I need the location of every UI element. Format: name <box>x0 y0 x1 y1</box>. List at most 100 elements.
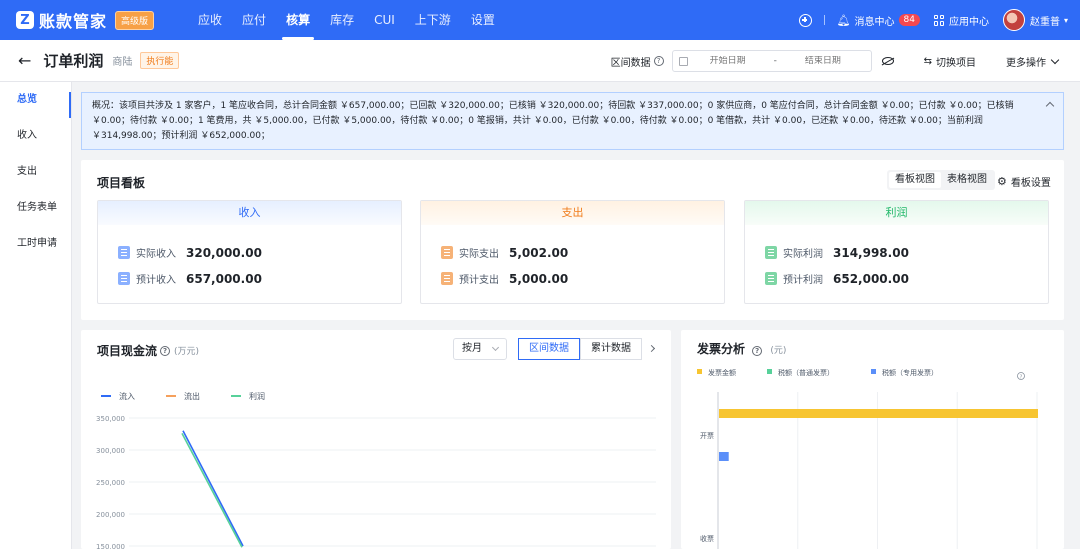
nav-item-4[interactable]: CUI <box>364 0 405 40</box>
sidebar-item-0[interactable]: 总览 <box>0 82 71 118</box>
invoice-chart: 发票金额 税额（普通发票） 税额（专用发票）? 开票收票 <box>697 368 1038 549</box>
switch-project-label: 切换项目 <box>936 57 976 69</box>
page-title: 订单利润 <box>43 52 104 70</box>
collapse-chevron-icon[interactable] <box>1045 101 1055 111</box>
main-nav: 应收 应付 核算 库存 CUI 上下游 设置 <box>188 0 505 40</box>
nav-item-1[interactable]: 应付 <box>232 0 276 40</box>
metric-label: 实际支出 <box>459 249 499 260</box>
tab-range-data[interactable]: 区间数据 <box>518 338 580 360</box>
gear-icon: ⚙︎ <box>997 175 1007 188</box>
overview-banner: 概况：该项目共涉及 1 家客户，1 笔应收合同，总计合同金额 ￥657,000.… <box>81 92 1064 150</box>
expense-panel: 支出 实际支出 5,002.00 预计支出 5,000.00 <box>420 200 725 304</box>
document-icon <box>118 272 130 285</box>
tab-board-view[interactable]: 看板视图 <box>889 172 941 188</box>
income-panel: 收入 实际收入 320,000.00 预计收入 657,000.00 <box>97 200 402 304</box>
view-toggle: 看板视图 表格视图 <box>887 170 995 190</box>
actual-profit-metric: 实际利润 314,998.00 <box>765 245 909 260</box>
username[interactable]: 赵重普 <box>1030 13 1060 28</box>
calendar-icon <box>678 56 688 66</box>
left-sidebar: 总览 收入 支出 任务表单 工时申请 <box>0 82 72 549</box>
nav-item-3[interactable]: 库存 <box>320 0 364 40</box>
legend-swatch <box>871 369 876 374</box>
board-settings-button[interactable]: ⚙︎ 看板设置 <box>997 174 1051 189</box>
bar-tax-special <box>719 452 729 461</box>
income-panel-title: 收入 <box>98 201 401 225</box>
metric-label: 预计收入 <box>136 275 176 286</box>
date-range-picker[interactable]: - <box>671 50 872 72</box>
tab-table-view[interactable]: 表格视图 <box>941 172 993 188</box>
metric-label: 实际利润 <box>783 249 823 260</box>
more-actions-label: 更多操作 <box>1006 57 1046 69</box>
eye-off-icon[interactable] <box>881 57 894 65</box>
bar-invoice-amount <box>719 409 1038 418</box>
bell-icon: 🔔︎ <box>836 13 851 27</box>
document-icon <box>765 272 777 285</box>
y-tick-label: 250,000 <box>96 479 125 487</box>
edition-badge: 高级版 <box>115 10 155 30</box>
chevron-down-icon <box>491 343 500 352</box>
document-icon <box>441 246 453 259</box>
avatar[interactable] <box>1002 9 1025 31</box>
cashflow-card: 项目现金流 ? (万元) 按月 区间数据 累计数据 流入 流出 利润 350,000 3… <box>81 330 671 549</box>
message-count-badge: 84 <box>898 14 920 26</box>
sidebar-item-2[interactable]: 支出 <box>0 154 71 190</box>
sidebar-item-3[interactable]: 任务表单 <box>0 190 71 226</box>
sidebar-item-1[interactable]: 收入 <box>0 118 71 154</box>
expected-profit-metric: 预计利润 652,000.00 <box>765 271 909 286</box>
app-grid-icon <box>933 14 945 26</box>
cashflow-title: 项目现金流 ? (万元) <box>97 342 199 359</box>
sidebar-item-4[interactable]: 工时申请 <box>0 226 71 262</box>
legend-swatch <box>767 369 772 374</box>
legend-label: 税额（普通发票） <box>778 368 834 377</box>
metric-value: 320,000.00 <box>186 245 262 260</box>
chevron-right-icon[interactable] <box>647 344 656 353</box>
legend-swatch <box>697 369 702 374</box>
expected-expense-metric: 预计支出 5,000.00 <box>441 271 568 286</box>
y-tick-label: 150,000 <box>96 543 125 549</box>
period-select-value: 按月 <box>462 343 482 354</box>
message-center-button[interactable]: 🔔︎ 消息中心 84 <box>837 13 920 28</box>
document-icon <box>118 246 130 259</box>
expense-panel-title: 支出 <box>421 201 724 225</box>
overview-text: 概况：该项目共涉及 1 家客户，1 笔应收合同，总计合同金额 ￥657,000.… <box>92 101 1014 141</box>
date-separator: - <box>773 56 777 66</box>
board-settings-label: 看板设置 <box>1010 178 1051 189</box>
divider <box>823 15 825 25</box>
end-date-input[interactable] <box>782 56 863 66</box>
actual-expense-metric: 实际支出 5,002.00 <box>441 245 568 260</box>
tab-cumulative-data[interactable]: 累计数据 <box>580 338 642 360</box>
invoice-analysis-card: 发票分析 ? (元) 发票金额 税额（普通发票） 税额（专用发票）? 开票 收票 <box>681 330 1064 549</box>
legend-label: 流入 <box>119 391 135 401</box>
nav-item-2[interactable]: 核算 <box>276 0 320 40</box>
invoice-title-text: 发票分析 <box>697 342 746 356</box>
status-badge: 执行能 <box>140 52 180 69</box>
more-actions-button[interactable]: 更多操作 <box>1006 54 1060 69</box>
metric-label: 实际收入 <box>136 249 176 260</box>
legend-label: 流出 <box>184 391 200 401</box>
help-icon-glyph: ? <box>1020 375 1023 381</box>
project-board-card: 项目看板 看板视图 表格视图 ⚙︎ 看板设置 收入 实际收入 320,000.0… <box>81 160 1064 320</box>
help-icon[interactable]: ? <box>752 346 763 356</box>
start-date-input[interactable] <box>687 56 768 66</box>
app-logo[interactable]: Z 账款管家 高级版 <box>16 8 155 32</box>
back-arrow-icon[interactable]: ← <box>18 51 31 70</box>
nav-item-0[interactable]: 应收 <box>188 0 232 40</box>
nav-item-6[interactable]: 设置 <box>461 0 505 40</box>
period-select[interactable]: 按月 <box>453 338 507 360</box>
metric-value: 652,000.00 <box>833 271 909 286</box>
logo-z-icon: Z <box>16 11 34 29</box>
metric-value: 314,998.00 <box>833 245 909 260</box>
nav-item-5[interactable]: 上下游 <box>405 0 461 40</box>
app-center-button[interactable]: 应用中心 <box>933 13 989 28</box>
switch-project-button[interactable]: ⇆ 切换项目 <box>924 54 976 69</box>
switch-arrows-icon: ⇆ <box>923 55 932 67</box>
chevron-down-icon <box>1050 55 1060 64</box>
category-label: 开票 <box>700 432 714 440</box>
help-icon[interactable]: ? <box>160 345 171 356</box>
chevron-down-icon[interactable]: ▾ <box>1064 16 1068 25</box>
invoice-unit: (元) <box>770 346 787 356</box>
header-actions: 区间数据 ? - ⇆ 切换项目 更多操作 <box>611 40 1060 82</box>
help-icon[interactable]: ? <box>653 56 664 66</box>
add-plus-icon[interactable] <box>798 13 812 27</box>
cashflow-chart: 流入 流出 利润 350,000 300,000 250,000 200,000 150,00… <box>96 391 656 549</box>
